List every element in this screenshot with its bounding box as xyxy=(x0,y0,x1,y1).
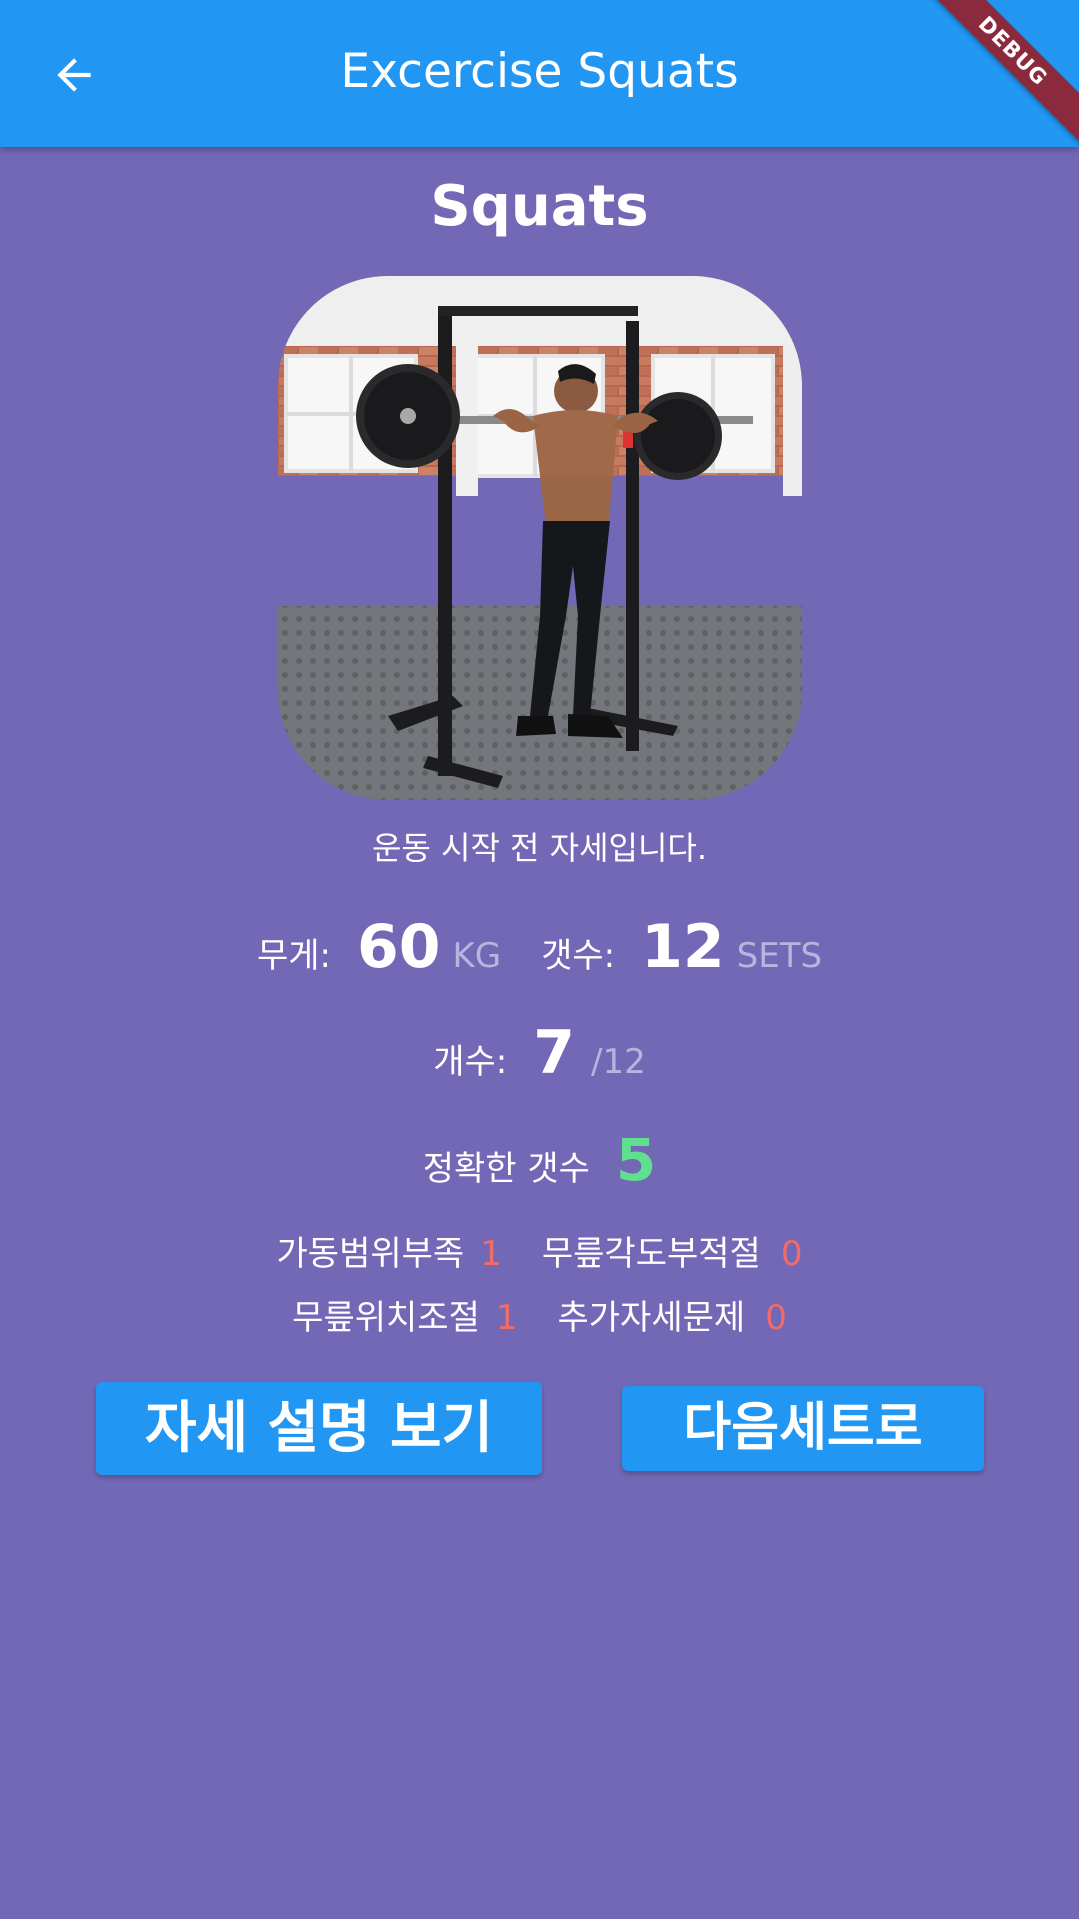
weight-sets-row: 무게: 60 KG 갯수: 12 SETS xyxy=(0,912,1079,982)
weight-unit: KG xyxy=(452,936,502,976)
extra-error-value: 0 xyxy=(765,1298,787,1338)
app-bar: Excercise Squats xyxy=(0,0,1079,147)
range-error-label: 가동범위부족 xyxy=(276,1234,465,1274)
count-row: 개수: 7 /12 xyxy=(0,1018,1079,1088)
screen: Excercise Squats DEBUG Squats 운동 시작 전 자세… xyxy=(0,0,1079,1919)
sets-unit: SETS xyxy=(736,936,823,976)
count-total: /12 xyxy=(591,1042,646,1082)
knee-angle-error-value: 0 xyxy=(780,1234,803,1274)
weight-label: 무게: xyxy=(256,936,331,976)
error-row-1: 가동범위부족 1 무릎각도부적절 0 xyxy=(0,1226,1079,1275)
range-error-value: 1 xyxy=(480,1234,502,1274)
next-set-button[interactable]: 다음세트로 xyxy=(622,1386,984,1471)
count-label: 개수: xyxy=(433,1042,508,1082)
correct-label: 정확한 갯수 xyxy=(422,1149,590,1189)
sets-value: 12 xyxy=(641,912,725,982)
correct-row: 정확한 갯수 5 xyxy=(0,1126,1079,1194)
app-bar-title: Excercise Squats xyxy=(340,44,739,99)
pose-caption: 운동 시작 전 자세입니다. xyxy=(371,829,708,867)
sets-label: 갯수: xyxy=(541,936,616,976)
knee-position-error-value: 1 xyxy=(495,1298,518,1338)
knee-angle-error-label: 무릎각도부적절 xyxy=(541,1234,761,1274)
weight-value: 60 xyxy=(356,912,441,982)
knee-position-error-label: 무릎위치조절 xyxy=(292,1298,480,1338)
correct-value: 5 xyxy=(615,1126,657,1194)
count-value: 7 xyxy=(533,1018,576,1088)
pose-explanation-button[interactable]: 자세 설명 보기 xyxy=(96,1382,542,1475)
exercise-image xyxy=(278,276,802,800)
exercise-title: Squats xyxy=(430,174,649,239)
error-row-2: 무릎위치조절 1 추가자세문제 0 xyxy=(0,1290,1079,1339)
extra-error-label: 추가자세문제 xyxy=(557,1298,746,1338)
